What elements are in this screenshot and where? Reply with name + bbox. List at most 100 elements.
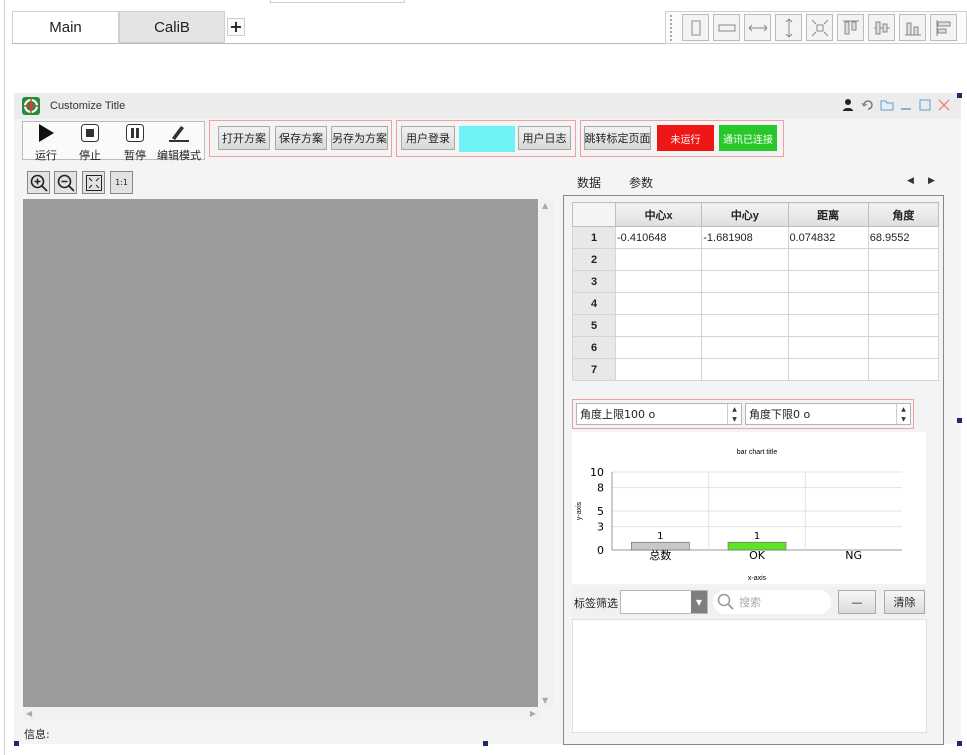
spin-arrows-icon[interactable]: ▲ ▼ [896,404,910,424]
table-cell[interactable]: 0.074832 [787,226,869,249]
table-cell[interactable] [701,314,789,337]
scroll-down-icon[interactable]: ▼ [542,696,548,705]
stretch-vertical-icon[interactable] [775,14,802,41]
goto-calibration-button[interactable]: 跳转标定页面 [584,126,651,150]
table-cell[interactable] [787,336,869,359]
search-input[interactable]: 搜索 [713,590,831,614]
remove-tag-button[interactable]: — [838,590,876,614]
table-cell[interactable] [867,358,940,381]
resize-handle[interactable] [957,93,962,98]
resize-handle[interactable] [957,418,962,423]
column-header[interactable]: 中心y [701,202,789,227]
table-cell[interactable] [614,358,703,381]
angle-lower-limit-spinbox[interactable]: 角度下限0 o ▲ ▼ [745,403,911,425]
table-cell[interactable]: -0.410648 [614,226,703,249]
open-plan-button[interactable]: 打开方案 [218,126,270,150]
align-left-icon[interactable] [930,14,957,41]
table-cell[interactable] [867,314,940,337]
tab-calib[interactable]: CaliB [119,11,225,43]
tab-data[interactable]: 数据 [577,174,601,191]
align-top-icon[interactable] [837,14,864,41]
chevron-down-icon[interactable]: ▼ [691,591,707,613]
undo-icon[interactable] [861,98,875,112]
table-cell[interactable] [867,248,940,271]
table-cell[interactable] [614,336,703,359]
align-bottom-icon[interactable] [899,14,926,41]
add-tab-button[interactable]: + [227,18,245,36]
save-plan-button[interactable]: 保存方案 [275,126,327,150]
scroll-up-icon[interactable]: ▲ [542,201,548,210]
table-cell[interactable] [701,336,789,359]
table-cell[interactable] [787,358,869,381]
column-header[interactable]: 中心x [614,202,703,227]
tab-main[interactable]: Main [12,11,119,43]
column-header[interactable]: 距离 [787,202,869,227]
toolbar-grip[interactable] [670,14,676,41]
fit-screen-icon[interactable] [82,171,105,194]
resize-handle[interactable] [957,741,962,746]
split-vertical-icon[interactable] [682,14,709,41]
pause-button[interactable]: 暂停 [114,123,156,162]
angle-upper-limit-spinbox[interactable]: 角度上限100 o ▲ ▼ [576,403,742,425]
table-cell[interactable] [614,248,703,271]
table-row[interactable]: 6 [572,336,940,359]
table-cell[interactable] [787,292,869,315]
tab-params[interactable]: 参数 [629,174,653,191]
align-middle-icon[interactable] [868,14,895,41]
table-row[interactable]: 4 [572,292,940,315]
horizontal-scrollbar[interactable]: ◀ ▶ [23,707,539,721]
table-cell[interactable] [614,314,703,337]
table-cell[interactable] [787,270,869,293]
table-cell[interactable] [867,336,940,359]
table-row[interactable]: 3 [572,270,940,293]
column-header[interactable]: 角度 [867,202,940,227]
user-icon[interactable] [842,98,856,112]
scroll-right-icon[interactable]: ▶ [530,709,536,718]
actual-size-icon[interactable]: 1:1 [110,171,133,194]
vertical-scrollbar[interactable]: ▲ ▼ [539,199,554,707]
table-cell[interactable] [787,248,869,271]
resize-handle[interactable] [14,741,19,746]
scroll-left-icon[interactable]: ◀ [26,709,32,718]
table-cell[interactable] [701,248,789,271]
zoom-out-icon[interactable] [54,171,77,194]
table-row[interactable]: 1 -0.410648 -1.681908 0.074832 68.9552 [572,226,940,249]
tab-scroll-right-icon[interactable]: ▶ [928,176,935,186]
search-icon [717,593,735,611]
stop-button[interactable]: 停止 [69,123,111,162]
table-row[interactable]: 2 [572,248,940,271]
save-as-plan-button[interactable]: 另存为方案 [331,126,388,150]
edit-mode-button[interactable]: 编辑模式 [157,123,201,162]
split-horizontal-icon[interactable] [713,14,740,41]
tab-scroll-left-icon[interactable]: ◀ [907,176,914,186]
zoom-in-icon[interactable] [27,171,50,194]
user-login-button[interactable]: 用户登录 [401,126,455,150]
run-button[interactable]: 运行 [25,123,67,162]
folder-icon[interactable] [880,98,894,112]
user-log-button[interactable]: 用户日志 [518,126,571,150]
table-row[interactable]: 7 [572,358,940,381]
clear-button[interactable]: 清除 [884,590,925,614]
table-row[interactable]: 5 [572,314,940,337]
tag-list[interactable] [572,619,927,733]
table-cell[interactable]: -1.681908 [701,226,789,249]
table-cell[interactable] [701,270,789,293]
stretch-horizontal-icon[interactable] [744,14,771,41]
table-cell[interactable] [614,270,703,293]
x-axis-label: x-axis [748,575,767,582]
table-cell[interactable] [867,270,940,293]
maximize-icon[interactable] [918,98,932,112]
table-cell[interactable] [701,292,789,315]
minimize-icon[interactable] [899,98,913,112]
tag-filter-select[interactable]: ▼ [620,590,708,614]
expand-all-icon[interactable] [806,14,833,41]
table-cell[interactable]: 68.9552 [867,226,940,249]
table-cell[interactable] [787,314,869,337]
table-cell[interactable] [701,358,789,381]
image-canvas[interactable] [23,199,538,707]
resize-handle[interactable] [483,741,488,746]
spin-arrows-icon[interactable]: ▲ ▼ [727,404,741,424]
table-cell[interactable] [867,292,940,315]
close-icon[interactable] [937,98,951,112]
table-cell[interactable] [614,292,703,315]
